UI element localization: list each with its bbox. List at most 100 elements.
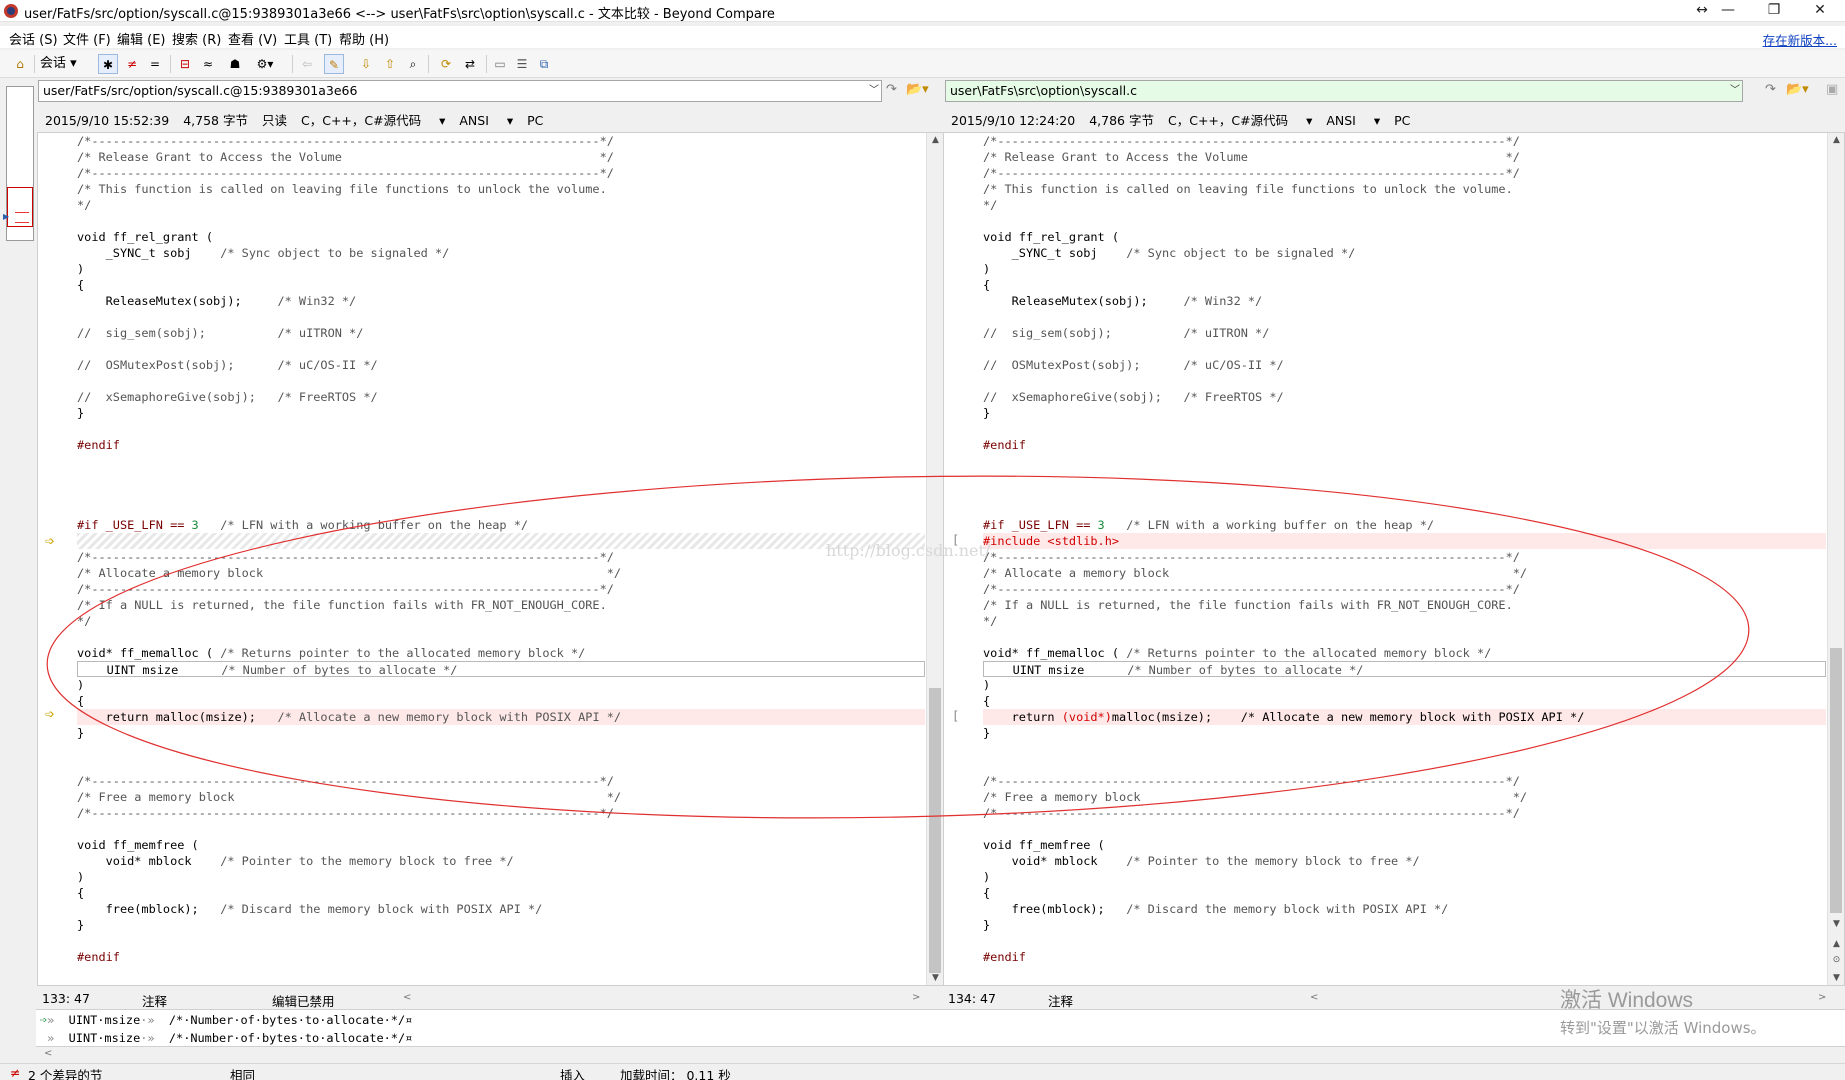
right-format[interactable]: C，C++，C#源代码 ▾ (1168, 113, 1312, 128)
menu-edit[interactable]: 编辑 (E) (117, 29, 166, 48)
next-diff-icon[interactable]: ⇩ (356, 54, 376, 74)
left-hscroll-right-icon[interactable]: > (912, 992, 920, 1003)
left-diff-arrow-icon[interactable]: ➩ (45, 534, 55, 548)
code-line: // xSemaphoreGive(sobj); /* FreeRTOS */ (77, 390, 378, 404)
swap-icon[interactable]: ⟳ (436, 54, 456, 74)
right-hscroll-left-icon[interactable]: < (1310, 992, 1318, 1003)
back-icon[interactable]: ⇦ (297, 54, 317, 74)
code-line: // xSemaphoreGive(sobj); /* FreeRTOS */ (983, 390, 1284, 404)
window-title: user/FatFs/src/option/syscall.c@15:93893… (24, 7, 775, 22)
expand-icon[interactable]: ▭ (490, 54, 510, 74)
code-line: ) (983, 678, 991, 692)
code-line: { (77, 694, 85, 708)
menu-view[interactable]: 查看 (V) (228, 29, 277, 48)
menu-search[interactable]: 搜索 (R) (172, 29, 221, 48)
code-line: /* If a NULL is returned, the file funct… (77, 598, 607, 612)
right-encoding[interactable]: ANSI ▾ (1326, 113, 1380, 128)
code-line: } (983, 918, 991, 932)
left-history-icon[interactable]: ↷ (886, 82, 897, 97)
code-line: void ff_memfree ( (77, 838, 199, 852)
code-line: // sig_sem(sobj); /* uITRON */ (983, 326, 1270, 340)
maximize-button[interactable]: ❐ (1758, 0, 1790, 22)
code-line: #if _USE_LFN == 3 /* LFN with a working … (77, 518, 529, 532)
new-version-link[interactable]: 存在新版本... (1763, 30, 1837, 49)
right-vertical-scrollbar[interactable]: ▲ ▼ ▲ ⊙ ▼ (1827, 133, 1844, 985)
menu-bar: 会话 (S) 文件 (F) 编辑 (E) 搜索 (R) 查看 (V) 工具 (T… (0, 26, 1845, 48)
filter-icon[interactable]: ⊟ (175, 54, 195, 74)
code-line: /* Allocate a memory block */ (77, 566, 622, 580)
current-code-line: UINT msize /* Number of bytes to allocat… (77, 661, 925, 677)
menu-help[interactable]: 帮助 (H) (339, 29, 389, 48)
code-line: void* ff_memalloc ( /* Returns pointer t… (77, 646, 586, 660)
copy-icon[interactable]: ⧉ (534, 54, 554, 74)
code-line: _SYNC_t sobj /* Sync object to be signal… (983, 246, 1356, 260)
left-path-input[interactable]: user/FatFs/src/option/syscall.c@15:93893… (38, 80, 882, 102)
left-lineend[interactable]: PC (527, 113, 543, 128)
code-line: /*--------------------------------------… (77, 550, 614, 564)
menu-tools[interactable]: 工具 (T) (284, 29, 332, 48)
left-pane-status: 133: 47 (42, 991, 90, 1007)
thumbnail-strip[interactable]: ▶ (3, 86, 34, 241)
session-dropdown[interactable]: 会话 ▾ (40, 54, 88, 74)
right-lineend[interactable]: PC (1394, 113, 1410, 128)
left-encoding[interactable]: ANSI ▾ (459, 113, 513, 128)
code-line: ) (77, 678, 85, 692)
code-line: ReleaseMutex(sobj); /* Win32 */ (77, 294, 357, 308)
load-time: 加载时间： 0.11 秒 (620, 1068, 731, 1080)
format-icon[interactable]: ⚙▾ (250, 54, 280, 74)
insert-mode: 插入 (560, 1068, 586, 1080)
rules-icon[interactable]: ☗ (225, 54, 245, 74)
right-date: 2015/9/10 12:24:20 (951, 113, 1076, 128)
detail-hscroll-left-icon[interactable]: < (44, 1048, 52, 1059)
menu-file[interactable]: 文件 (F) (63, 29, 111, 48)
left-hscroll-left-icon[interactable]: < (403, 992, 411, 1003)
title-bar: user/FatFs/src/option/syscall.c@15:93893… (0, 0, 1845, 22)
diff-code-line: #include <stdlib.h> (983, 533, 1826, 549)
left-diff-arrow-icon[interactable]: ➩ (45, 707, 55, 721)
show-diffs-icon[interactable]: ≠ (122, 54, 142, 74)
detail-line-right: » UINT·msize·» /*·Number·of·bytes·to·all… (40, 1031, 413, 1045)
diff-bracket-icon: [ (952, 709, 960, 723)
prev-diff-icon[interactable]: ⇧ (380, 54, 400, 74)
code-line: /* If a NULL is returned, the file funct… (983, 598, 1513, 612)
detail-line-left: ➩» UINT·msize·» /*·Number·of·bytes·to·al… (40, 1013, 413, 1027)
code-line: /*--------------------------------------… (77, 134, 614, 148)
code-line: /*--------------------------------------… (77, 582, 614, 596)
left-code-pane[interactable]: ➩ ➩ /*----------------------------------… (37, 132, 944, 986)
left-code: /*--------------------------------------… (77, 133, 925, 985)
code-line: ) (77, 262, 85, 276)
collapse-icon[interactable]: ☰ (512, 54, 532, 74)
home-icon[interactable]: ⌂ (10, 54, 30, 74)
diff-code-line: return malloc(msize); /* Allocate a new … (77, 709, 925, 725)
right-open-folder-icon[interactable]: 📂▾ (1786, 82, 1809, 97)
minimize-button[interactable]: — (1712, 0, 1744, 22)
diff-code-line: return (void*)malloc(msize); /* Allocate… (983, 709, 1826, 725)
code-line: ReleaseMutex(sobj); /* Win32 */ (983, 294, 1263, 308)
code-line: // sig_sem(sobj); /* uITRON */ (77, 326, 364, 340)
show-all-icon[interactable]: ✱ (98, 54, 118, 74)
code-line: } (77, 918, 85, 932)
refresh-icon[interactable]: ⇄ (460, 54, 480, 74)
right-hscroll-right-icon[interactable]: > (1818, 992, 1826, 1003)
left-readonly[interactable]: 只读 (262, 113, 287, 128)
menu-session[interactable]: 会话 (S) (9, 29, 58, 48)
show-same-icon[interactable]: = (145, 54, 165, 74)
code-line: ) (983, 870, 991, 884)
code-line: /* Free a memory block */ (983, 790, 1528, 804)
right-path-input[interactable]: user\FatFs\src\option\syscall.c ﹀ (945, 80, 1743, 102)
approx-icon[interactable]: ≈ (198, 54, 218, 74)
status-bar: ≠ 2 个差异的节 相同 插入 加载时间： 0.11 秒 (0, 1063, 1845, 1080)
right-history-icon[interactable]: ↷ (1765, 82, 1776, 97)
edit-icon[interactable]: ✎ (324, 54, 344, 74)
right-code-pane[interactable]: [ [ /*----------------------------------… (943, 132, 1845, 986)
left-format[interactable]: C，C++，C#源代码 ▾ (301, 113, 445, 128)
right-save-icon[interactable]: ▣ (1826, 82, 1838, 97)
left-open-folder-icon[interactable]: 📂▾ (906, 82, 929, 97)
code-line: void* mblock /* Pointer to the memory bl… (77, 854, 514, 868)
code-line: { (983, 886, 991, 900)
code-line: /* Release Grant to Access the Volume */ (77, 150, 614, 164)
find-icon[interactable]: ⌕ (403, 54, 423, 74)
code-line: /* This function is called on leaving fi… (77, 182, 607, 196)
close-button[interactable]: ✕ (1804, 0, 1836, 22)
missing-line-placeholder (77, 533, 925, 549)
